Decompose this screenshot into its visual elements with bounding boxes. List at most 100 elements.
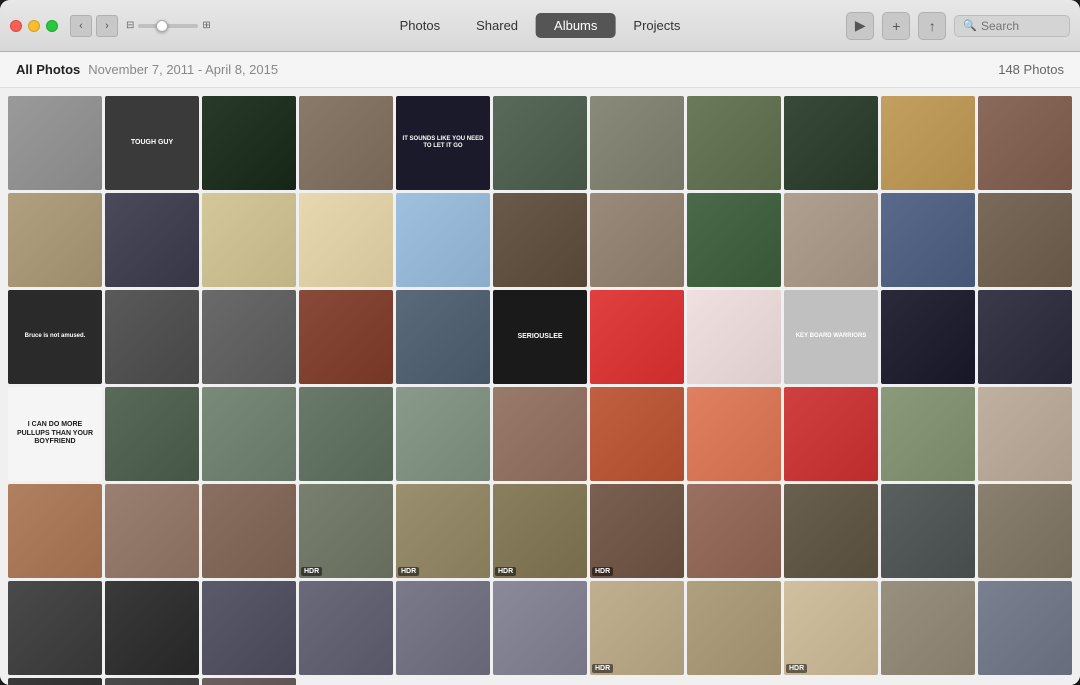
photo-cell[interactable]: [8, 484, 102, 578]
photo-cell[interactable]: [202, 290, 296, 384]
zoom-in-icon: ⊞: [202, 20, 210, 31]
photo-cell[interactable]: [202, 484, 296, 578]
photo-cell[interactable]: [202, 387, 296, 481]
tab-projects[interactable]: Projects: [615, 13, 698, 38]
photo-cell[interactable]: [687, 96, 781, 190]
play-button[interactable]: ▶: [846, 12, 874, 40]
photo-cell[interactable]: HDR: [784, 581, 878, 675]
photo-cell[interactable]: [202, 581, 296, 675]
photo-cell[interactable]: [590, 96, 684, 190]
photo-cell[interactable]: [978, 484, 1072, 578]
maximize-button[interactable]: [46, 20, 58, 32]
share-button[interactable]: ↑: [918, 12, 946, 40]
photo-cell[interactable]: [105, 678, 199, 685]
photo-cell[interactable]: [784, 484, 878, 578]
photo-cell[interactable]: [105, 581, 199, 675]
photo-cell[interactable]: [784, 387, 878, 481]
photo-cell[interactable]: [493, 581, 587, 675]
photo-cell[interactable]: [202, 193, 296, 287]
photo-cell[interactable]: [687, 484, 781, 578]
photo-grid: TOUGH GUY IT SOUNDS LIKE YOU NEED TO LET …: [8, 96, 1072, 685]
photo-cell[interactable]: [105, 387, 199, 481]
photo-cell[interactable]: [8, 581, 102, 675]
photo-cell[interactable]: SERIOUSLEE: [493, 290, 587, 384]
photo-cell[interactable]: [299, 96, 393, 190]
photo-cell[interactable]: [881, 581, 975, 675]
photo-cell[interactable]: [493, 193, 587, 287]
zoom-slider[interactable]: [138, 24, 198, 28]
photo-cell[interactable]: [493, 387, 587, 481]
photo-cell[interactable]: HDR: [299, 484, 393, 578]
photo-cell[interactable]: [105, 290, 199, 384]
photo-cell[interactable]: [299, 387, 393, 481]
photo-cell[interactable]: [881, 96, 975, 190]
photo-cell[interactable]: IT SOUNDS LIKE YOU NEED TO LET IT GO: [396, 96, 490, 190]
photo-cell[interactable]: [881, 193, 975, 287]
photo-cell[interactable]: HDR: [590, 484, 684, 578]
photo-cell[interactable]: [590, 387, 684, 481]
photo-cell[interactable]: [978, 96, 1072, 190]
traffic-lights: [10, 20, 58, 32]
main-window: ‹ › ⊟ ⊞ Photos Shared Albums Projects ▶ …: [0, 0, 1080, 685]
photo-cell[interactable]: [687, 581, 781, 675]
hdr-badge: HDR: [592, 664, 613, 673]
minimize-button[interactable]: [28, 20, 40, 32]
hdr-badge: HDR: [495, 567, 516, 576]
photo-cell[interactable]: [299, 290, 393, 384]
photo-cell[interactable]: [978, 581, 1072, 675]
photo-cell[interactable]: [202, 678, 296, 685]
hdr-badge: HDR: [398, 567, 419, 576]
photo-cell[interactable]: [396, 290, 490, 384]
photo-cell[interactable]: [8, 96, 102, 190]
photo-cell[interactable]: Bruce is not amused.: [8, 290, 102, 384]
photo-cell[interactable]: HDR: [493, 484, 587, 578]
photo-cell[interactable]: [8, 678, 102, 685]
photo-cell[interactable]: [493, 96, 587, 190]
photo-cell[interactable]: [881, 387, 975, 481]
photo-cell[interactable]: I CAN DO MORE PULLUPS THAN YOUR BOYFRIEN…: [8, 387, 102, 481]
photo-cell[interactable]: [105, 193, 199, 287]
photo-cell[interactable]: HDR: [396, 484, 490, 578]
tab-photos[interactable]: Photos: [382, 13, 458, 38]
nav-buttons: ‹ ›: [70, 15, 118, 37]
photo-cell[interactable]: [590, 193, 684, 287]
forward-button[interactable]: ›: [96, 15, 118, 37]
search-box: 🔍: [954, 15, 1070, 37]
photo-cell[interactable]: [299, 193, 393, 287]
photo-cell[interactable]: [8, 193, 102, 287]
add-button[interactable]: +: [882, 12, 910, 40]
photo-cell[interactable]: [881, 290, 975, 384]
tab-bar: Photos Shared Albums Projects: [382, 13, 699, 38]
photo-cell[interactable]: [396, 387, 490, 481]
photo-cell[interactable]: [784, 96, 878, 190]
zoom-out-icon: ⊟: [126, 20, 134, 31]
photo-cell[interactable]: [687, 193, 781, 287]
tab-albums[interactable]: Albums: [536, 13, 615, 38]
photo-cell[interactable]: [396, 581, 490, 675]
breadcrumb-date: November 7, 2011 - April 8, 2015: [88, 62, 278, 77]
zoom-slider-area: ⊟ ⊞: [126, 20, 211, 31]
photo-cell[interactable]: [105, 484, 199, 578]
close-button[interactable]: [10, 20, 22, 32]
hdr-badge: HDR: [786, 664, 807, 673]
tab-shared[interactable]: Shared: [458, 13, 536, 38]
main-content[interactable]: TOUGH GUY IT SOUNDS LIKE YOU NEED TO LET …: [0, 88, 1080, 685]
photo-cell[interactable]: KEY BOARD WARRIORS: [784, 290, 878, 384]
photo-cell[interactable]: TOUGH GUY: [105, 96, 199, 190]
photo-cell[interactable]: [687, 387, 781, 481]
hdr-badge: HDR: [592, 567, 613, 576]
photo-cell[interactable]: HDR: [590, 581, 684, 675]
photo-cell[interactable]: [784, 193, 878, 287]
photo-cell[interactable]: [978, 290, 1072, 384]
search-icon: 🔍: [963, 19, 977, 32]
photo-cell[interactable]: [881, 484, 975, 578]
photo-cell[interactable]: [299, 581, 393, 675]
back-button[interactable]: ‹: [70, 15, 92, 37]
photo-cell[interactable]: [202, 96, 296, 190]
photo-cell[interactable]: [590, 290, 684, 384]
photo-cell[interactable]: [396, 193, 490, 287]
photo-cell[interactable]: [978, 193, 1072, 287]
photo-cell[interactable]: [978, 387, 1072, 481]
search-input[interactable]: [981, 19, 1061, 33]
photo-cell[interactable]: [687, 290, 781, 384]
